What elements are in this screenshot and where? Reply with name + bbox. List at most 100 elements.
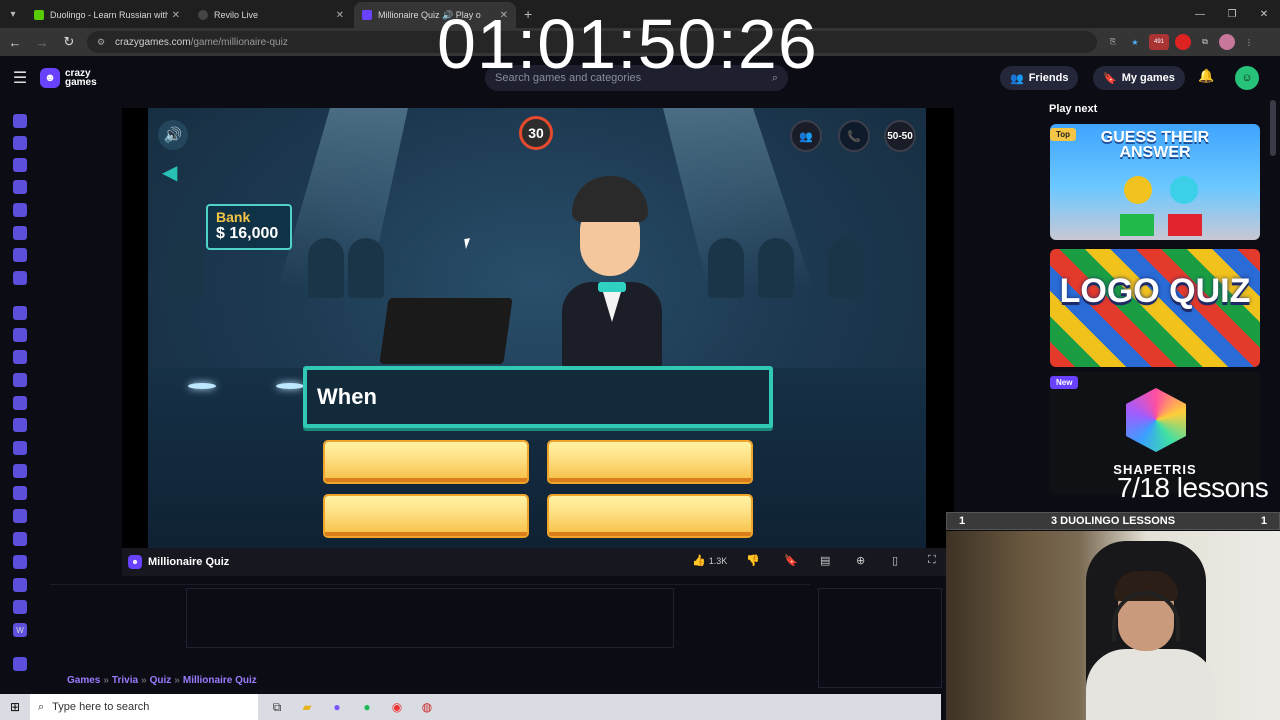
- obs-icon[interactable]: ◍: [412, 694, 442, 720]
- answer-d-button[interactable]: [549, 496, 751, 536]
- audience-silhouette: [308, 238, 344, 298]
- spotify-icon[interactable]: ●: [352, 694, 382, 720]
- clicker-icon[interactable]: [13, 486, 27, 500]
- breadcrumb-games[interactable]: Games: [67, 675, 100, 686]
- sound-toggle-icon[interactable]: 🔊: [158, 120, 188, 150]
- audience-silhouette: [348, 238, 384, 298]
- discord-icon[interactable]: ●: [322, 694, 352, 720]
- close-tab-icon[interactable]: ✕: [336, 10, 344, 21]
- answer-c-button[interactable]: [325, 496, 527, 536]
- extensions-puzzle-icon[interactable]: ⧉: [1197, 34, 1213, 50]
- ask-audience-lifeline-button[interactable]: 👥: [790, 120, 822, 152]
- 2-player-icon[interactable]: [13, 271, 27, 285]
- lesson-counter: 7/18 lessons: [1117, 472, 1269, 503]
- fps-icon[interactable]: [13, 600, 27, 614]
- phone-friend-lifeline-button[interactable]: 📞: [838, 120, 870, 152]
- taskbar-search-input[interactable]: ⌕ Type here to search: [30, 694, 258, 720]
- audience-silhouette: [168, 238, 204, 298]
- page-scrollbar[interactable]: [1270, 100, 1276, 156]
- fullscreen-icon[interactable]: ⛶: [928, 554, 936, 567]
- new-icon[interactable]: [13, 158, 27, 172]
- bike-icon[interactable]: [13, 396, 27, 410]
- red-podium: [1168, 214, 1202, 236]
- streamer-body: [1086, 649, 1216, 720]
- home-icon[interactable]: [13, 114, 27, 128]
- beauty-icon[interactable]: [13, 373, 27, 387]
- like-button[interactable]: 👍 1.3K: [692, 554, 727, 567]
- user-avatar[interactable]: ☺: [1235, 66, 1259, 90]
- my-games-label: My games: [1121, 72, 1175, 84]
- close-window-icon[interactable]: ✕: [1248, 0, 1280, 28]
- updated-icon[interactable]: [13, 203, 27, 217]
- mobile-icon[interactable]: ▯: [892, 554, 898, 567]
- fifty-fifty-lifeline-button[interactable]: 50-50: [884, 120, 916, 152]
- profile-avatar-icon[interactable]: [1219, 34, 1235, 50]
- action-icon[interactable]: [13, 306, 27, 320]
- back-arrow-icon[interactable]: ◀: [162, 160, 177, 185]
- friends-button[interactable]: 👥 Friends: [1000, 66, 1079, 90]
- friends-label: Friends: [1028, 72, 1069, 84]
- tab-revilo-live[interactable]: Revilo Live ✕: [190, 2, 352, 28]
- breadcrumb-millionaire-quiz[interactable]: Millionaire Quiz: [183, 675, 257, 686]
- game-title: Millionaire Quiz: [148, 556, 230, 568]
- car-icon[interactable]: [13, 418, 27, 432]
- feedback-icon[interactable]: ▤: [820, 554, 830, 567]
- card-icon[interactable]: [13, 441, 27, 455]
- answer-a-button[interactable]: [325, 442, 527, 482]
- minimize-icon[interactable]: —: [1184, 0, 1216, 28]
- tags-icon[interactable]: [13, 657, 27, 671]
- controller-icon[interactable]: [13, 509, 27, 523]
- recent-icon[interactable]: [13, 136, 27, 150]
- hamburger-menu-icon[interactable]: ☰: [0, 68, 40, 88]
- answer-b-button[interactable]: [549, 442, 751, 482]
- question-text: When: [317, 384, 377, 409]
- casual-icon[interactable]: [13, 464, 27, 478]
- site-info-icon[interactable]: ⚙: [97, 37, 109, 48]
- escape-icon[interactable]: [13, 555, 27, 569]
- reload-icon[interactable]: ↻: [57, 30, 81, 54]
- back-arrow-icon[interactable]: ←: [3, 30, 27, 54]
- bookmark-star-icon[interactable]: ★: [1127, 34, 1143, 50]
- windows-start-icon[interactable]: ⊞: [0, 700, 30, 714]
- forward-arrow-icon[interactable]: →: [30, 30, 54, 54]
- browser-menu-icon[interactable]: ⋮: [1241, 34, 1257, 50]
- originals-icon[interactable]: [13, 226, 27, 240]
- game-canvas[interactable]: 🔊 ◀ Bank $ 16,000 30 👥 📞 50-50 When: [148, 108, 926, 548]
- tab-search-icon[interactable]: ▾: [0, 0, 26, 28]
- driving-icon[interactable]: [13, 532, 27, 546]
- dislike-icon[interactable]: 👎: [746, 554, 760, 567]
- tab-duolingo[interactable]: Duolingo - Learn Russian with l ✕: [26, 2, 188, 28]
- lesson-bar-right: 1: [1260, 515, 1267, 527]
- favorite-bookmark-icon[interactable]: 🔖: [784, 554, 798, 567]
- maximize-icon[interactable]: ❐: [1216, 0, 1248, 28]
- globe-favicon-icon: [198, 10, 208, 20]
- close-tab-icon[interactable]: ✕: [172, 10, 180, 21]
- url-path: /game/millionaire-quiz: [190, 36, 288, 48]
- task-view-icon[interactable]: ⧉: [262, 694, 292, 720]
- chrome-icon[interactable]: ◉: [382, 694, 412, 720]
- windows-taskbar: ⊞ ⌕ Type here to search ⧉ ▰ ● ● ◉ ◍: [0, 694, 941, 720]
- friends-icon: 👥: [1010, 72, 1024, 85]
- basketball-icon[interactable]: [13, 350, 27, 364]
- shapetris-hexagon: [1126, 388, 1186, 452]
- my-games-button[interactable]: 🔖 My games: [1093, 66, 1185, 90]
- adventure-icon[interactable]: [13, 328, 27, 342]
- category-sidebar: W: [0, 100, 40, 692]
- extension-red-icon[interactable]: [1175, 34, 1191, 50]
- play-next-card-guess-their-answer[interactable]: Top GUESS THEIR ANSWER: [1050, 124, 1260, 240]
- theater-mode-icon[interactable]: ⊕: [856, 554, 865, 567]
- crazygames-logo[interactable]: ☻ crazy games: [40, 68, 97, 88]
- notifications-bell-icon[interactable]: 🔔: [1198, 68, 1214, 84]
- file-explorer-icon[interactable]: ▰: [292, 694, 322, 720]
- breadcrumb-quiz[interactable]: Quiz: [150, 675, 172, 686]
- trending-icon[interactable]: [13, 180, 27, 194]
- floor-light: [188, 383, 216, 389]
- extension-badge-icon[interactable]: 491: [1149, 34, 1169, 50]
- install-app-icon[interactable]: ⎘: [1105, 34, 1121, 50]
- play-next-card-logo-quiz[interactable]: LOGO QUIZ: [1050, 249, 1260, 367]
- multiplayer-icon[interactable]: [13, 248, 27, 262]
- flash-icon[interactable]: [13, 578, 27, 592]
- breadcrumb-trivia[interactable]: Trivia: [112, 675, 138, 686]
- green-podium: [1120, 214, 1154, 236]
- word-icon[interactable]: W: [13, 623, 27, 637]
